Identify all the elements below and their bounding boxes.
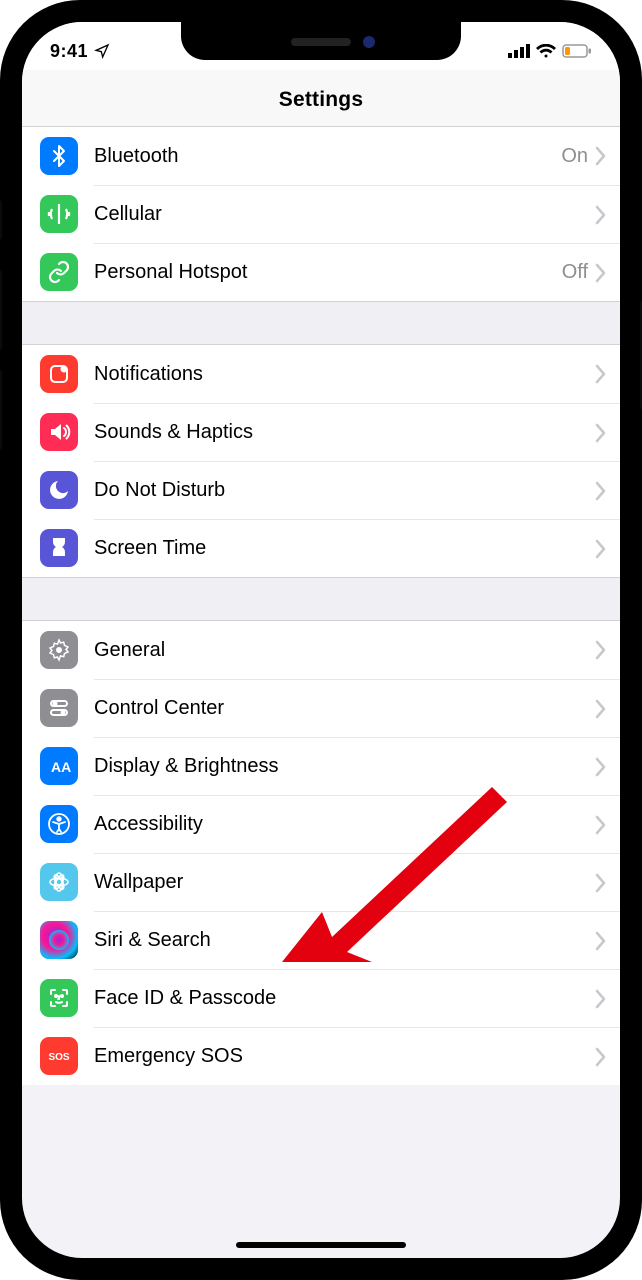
settings-group: General Control Center AA Display & Brightn… xyxy=(22,621,620,1085)
sos-icon: SOS xyxy=(40,1037,78,1075)
settings-row-notifications[interactable]: Notifications xyxy=(22,345,620,403)
settings-row-controlcenter[interactable]: Control Center xyxy=(22,679,620,737)
chevron-right-icon xyxy=(594,539,606,559)
row-detail: On xyxy=(561,145,588,168)
status-time: 9:41 xyxy=(50,41,88,62)
row-label: Display & Brightness xyxy=(94,755,594,778)
hotspot-icon xyxy=(40,253,78,291)
accessibility-icon xyxy=(40,805,78,843)
speaker-grille xyxy=(291,38,351,46)
chevron-right-icon xyxy=(594,640,606,660)
row-label: Accessibility xyxy=(94,813,594,836)
volume-down-button xyxy=(0,370,2,450)
group-spacer xyxy=(22,301,620,345)
settings-row-sounds[interactable]: Sounds & Haptics xyxy=(22,403,620,461)
svg-text:SOS: SOS xyxy=(48,1052,69,1063)
chevron-right-icon xyxy=(594,931,606,951)
settings-row-bluetooth[interactable]: BluetoothOn xyxy=(22,127,620,185)
bluetooth-icon xyxy=(40,137,78,175)
battery-icon xyxy=(562,44,592,58)
settings-list[interactable]: BluetoothOn Cellular Personal HotspotOff No… xyxy=(22,127,620,1085)
svg-text:AA: AA xyxy=(51,759,71,775)
settings-row-accessibility[interactable]: Accessibility xyxy=(22,795,620,853)
mute-switch xyxy=(0,200,2,240)
front-camera xyxy=(363,36,375,48)
general-icon xyxy=(40,631,78,669)
cellular-signal-icon xyxy=(508,44,530,58)
page-title: Settings xyxy=(22,88,620,112)
location-icon xyxy=(94,43,110,59)
home-indicator[interactable] xyxy=(236,1242,406,1248)
chevron-right-icon xyxy=(594,989,606,1009)
dnd-icon xyxy=(40,471,78,509)
row-label: Notifications xyxy=(94,363,594,386)
chevron-right-icon xyxy=(594,757,606,777)
chevron-right-icon xyxy=(594,205,606,225)
controlcenter-icon xyxy=(40,689,78,727)
row-label: Screen Time xyxy=(94,537,594,560)
faceid-icon xyxy=(40,979,78,1017)
settings-row-siri[interactable]: Siri & Search xyxy=(22,911,620,969)
row-label: Personal Hotspot xyxy=(94,261,562,284)
chevron-right-icon xyxy=(594,815,606,835)
chevron-right-icon xyxy=(594,423,606,443)
volume-up-button xyxy=(0,270,2,350)
notch xyxy=(181,22,461,60)
settings-row-faceid[interactable]: Face ID & Passcode xyxy=(22,969,620,1027)
row-label: Bluetooth xyxy=(94,145,561,168)
settings-row-cellular[interactable]: Cellular xyxy=(22,185,620,243)
chevron-right-icon xyxy=(594,364,606,384)
chevron-right-icon xyxy=(594,873,606,893)
settings-row-sos[interactable]: SOS Emergency SOS xyxy=(22,1027,620,1085)
wifi-icon xyxy=(536,44,556,58)
settings-row-dnd[interactable]: Do Not Disturb xyxy=(22,461,620,519)
row-label: Emergency SOS xyxy=(94,1045,594,1068)
row-label: Siri & Search xyxy=(94,929,594,952)
device-frame: 9:41 Settings BluetoothOnC xyxy=(0,0,642,1280)
cellular-icon xyxy=(40,195,78,233)
chevron-right-icon xyxy=(594,699,606,719)
row-detail: Off xyxy=(562,261,588,284)
chevron-right-icon xyxy=(594,146,606,166)
row-label: Face ID & Passcode xyxy=(94,987,594,1010)
row-label: Sounds & Haptics xyxy=(94,421,594,444)
settings-row-wallpaper[interactable]: Wallpaper xyxy=(22,853,620,911)
chevron-right-icon xyxy=(594,481,606,501)
page-header: Settings xyxy=(22,70,620,127)
row-label: Wallpaper xyxy=(94,871,594,894)
sounds-icon xyxy=(40,413,78,451)
settings-group: Notifications Sounds & Haptics Do Not Dist… xyxy=(22,345,620,577)
settings-row-screentime[interactable]: Screen Time xyxy=(22,519,620,577)
chevron-right-icon xyxy=(594,263,606,283)
row-label: General xyxy=(94,639,594,662)
row-label: Do Not Disturb xyxy=(94,479,594,502)
chevron-right-icon xyxy=(594,1047,606,1067)
settings-row-hotspot[interactable]: Personal HotspotOff xyxy=(22,243,620,301)
settings-row-general[interactable]: General xyxy=(22,621,620,679)
settings-row-display[interactable]: AA Display & Brightness xyxy=(22,737,620,795)
row-label: Control Center xyxy=(94,697,594,720)
siri-icon xyxy=(40,921,78,959)
group-spacer xyxy=(22,577,620,621)
screen: 9:41 Settings BluetoothOnC xyxy=(22,22,620,1258)
row-label: Cellular xyxy=(94,203,594,226)
screentime-icon xyxy=(40,529,78,567)
settings-group: BluetoothOn Cellular Personal HotspotOff xyxy=(22,127,620,301)
display-icon: AA xyxy=(40,747,78,785)
wallpaper-icon xyxy=(40,863,78,901)
notifications-icon xyxy=(40,355,78,393)
